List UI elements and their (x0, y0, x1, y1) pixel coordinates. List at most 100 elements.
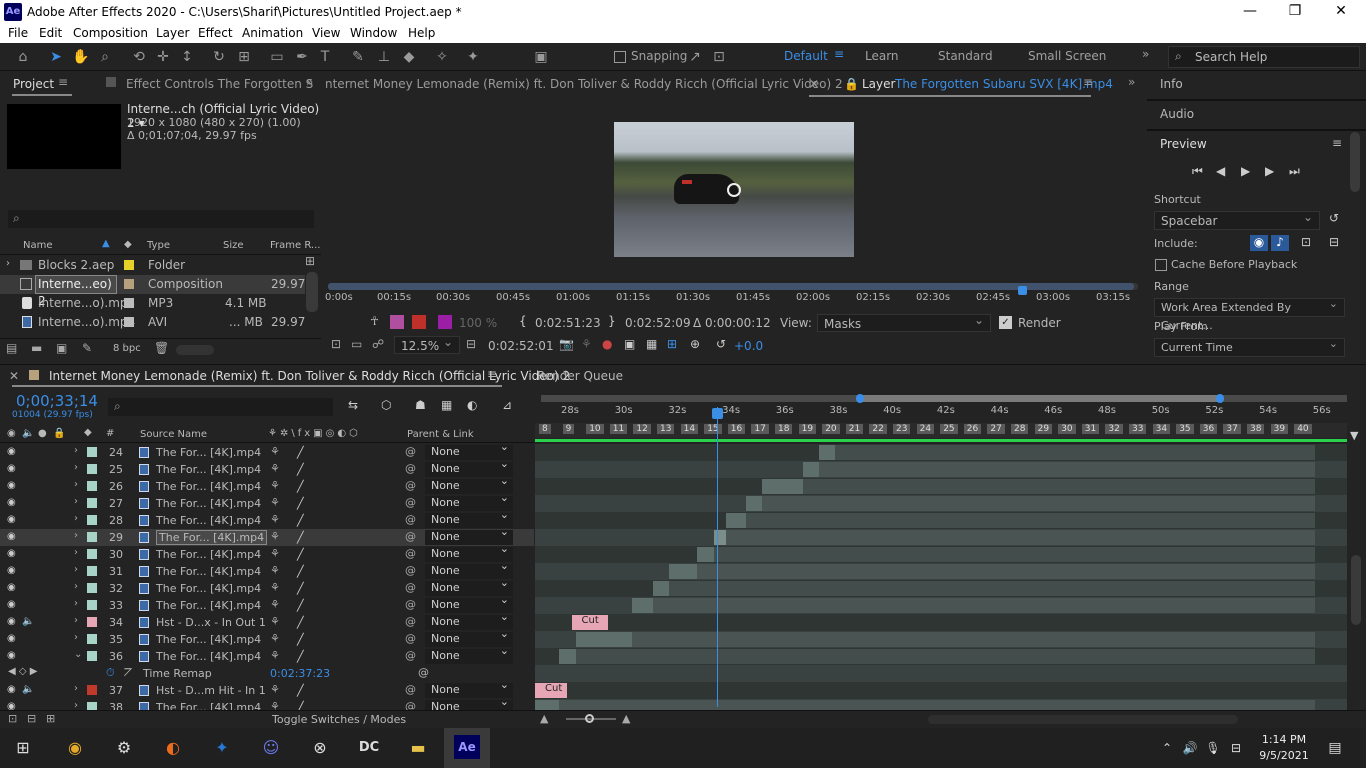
shy-switch-icon[interactable]: ⚘ (270, 564, 280, 577)
more-workspaces-icon[interactable]: » (1142, 47, 1149, 61)
comp-marker[interactable]: 29 (1034, 424, 1053, 434)
comp-marker[interactable]: 36 (1199, 424, 1218, 434)
layer-track[interactable] (535, 478, 1347, 495)
menu-help[interactable]: Help (408, 26, 435, 40)
label-color-swatch[interactable] (87, 464, 97, 474)
visibility-eye-icon[interactable]: ◉ (7, 463, 16, 474)
bit-depth[interactable]: 8 bpc (113, 343, 141, 354)
region-of-interest-icon[interactable]: ▣ (624, 337, 635, 351)
col-size[interactable]: Size (223, 240, 244, 251)
orbit-camera-icon[interactable]: ⟲ (128, 47, 150, 67)
toggle-switches-modes[interactable]: Toggle Switches / Modes (272, 713, 406, 726)
puppet-icon[interactable]: ☥ (370, 314, 379, 328)
pick-whip-icon[interactable]: @ (405, 479, 416, 492)
video-frame[interactable] (614, 122, 854, 257)
previous-frame-icon[interactable]: ◀ (1216, 164, 1225, 178)
label-color-swatch[interactable] (87, 617, 97, 627)
layer-trimmed-bar[interactable] (668, 581, 1315, 596)
comp-marker[interactable]: 18 (775, 424, 793, 434)
menu-window[interactable]: Window (350, 26, 397, 40)
parent-dropdown[interactable]: None (425, 695, 513, 710)
layer-duration-bar[interactable] (535, 700, 560, 710)
layer-source-name[interactable]: The For... [4K].mp4 (156, 633, 261, 646)
include-video-icon[interactable]: ◉ (1250, 235, 1268, 251)
pick-whip-icon[interactable]: @ (405, 496, 416, 509)
comp-marker[interactable]: 38 (1247, 424, 1265, 434)
fast-previews-icon[interactable]: ⊕ (690, 337, 700, 351)
comp-marker[interactable]: 9 (562, 424, 575, 434)
layer-track[interactable] (535, 529, 1347, 546)
reset-icon[interactable]: ↺ (1329, 211, 1339, 225)
current-time-indicator[interactable] (717, 407, 718, 707)
preview-menu-icon[interactable]: ≡ (1332, 136, 1342, 150)
stretch-icon[interactable]: ⊞ (46, 712, 55, 725)
expression-pickwhip-icon[interactable]: @ (418, 666, 429, 679)
layer-row[interactable]: ◀ ◇ ▶ ⏱ ⦢ Time Remap 0:02:37:23 @ (0, 665, 534, 682)
layer-source-name[interactable]: The For... [4K].mp4 (156, 548, 261, 561)
comp-marker[interactable]: 30 (1058, 424, 1076, 434)
anchor-point-icon[interactable] (727, 183, 741, 197)
cache-checkbox[interactable] (1155, 259, 1167, 271)
xbox-icon[interactable]: ⊗ (307, 736, 333, 760)
graph-icon[interactable]: ⦢ (124, 666, 132, 680)
chevron-right-icon[interactable]: › (74, 445, 78, 456)
layer-track[interactable] (535, 495, 1347, 512)
label-color-swatch[interactable] (87, 685, 97, 695)
layer-row[interactable]: ◉ ⌄ 36 The For... [4K].mp4 ⚘ ╱ @ None (0, 644, 534, 665)
type-tool-icon[interactable]: T (314, 47, 336, 67)
layer-row[interactable]: ◉ › 28 The For... [4K].mp4 ⚘ ╱ @ None (0, 508, 534, 529)
tab-layer-label[interactable]: Layer (862, 77, 895, 91)
layer-duration-bar[interactable] (668, 564, 698, 579)
comp-marker[interactable]: 15 (704, 424, 722, 434)
comp-marker[interactable]: 8 (539, 424, 551, 434)
menu-file[interactable]: File (8, 26, 28, 40)
snapping-checkbox[interactable] (614, 51, 626, 63)
roto-brush-tool-icon[interactable]: ✧ (431, 47, 453, 67)
label-color-swatch[interactable] (87, 651, 97, 661)
label-color-swatch[interactable] (87, 583, 97, 593)
label-color-swatch[interactable] (87, 498, 97, 508)
lock-icon[interactable]: 🔒 (844, 77, 859, 91)
anchor-point-tool-icon[interactable]: ⊞ (233, 47, 255, 67)
workspace-learn[interactable]: Learn (865, 49, 899, 63)
layer-track[interactable] (535, 444, 1347, 461)
layer-row[interactable]: ◉ › 32 The For... [4K].mp4 ⚘ ╱ @ None (0, 576, 534, 597)
workspace-menu-icon[interactable]: ≡ (834, 47, 844, 61)
layer-row[interactable]: ◉ › 24 The For... [4K].mp4 ⚘ ╱ @ None (0, 444, 534, 461)
layer-source-name[interactable]: The For... [4K].mp4 (156, 701, 261, 710)
first-frame-icon[interactable]: ⏮ (1192, 164, 1203, 179)
tab-layer-name[interactable]: The Forgotten Subaru SVX [4K].mp4 (895, 77, 1113, 91)
menu-effect[interactable]: Effect (198, 26, 233, 40)
minimize-button[interactable]: — (1235, 3, 1265, 19)
col-name[interactable]: Name (23, 240, 53, 251)
shy-switch-icon[interactable]: ⚘ (270, 547, 280, 560)
layer-duration-bar[interactable] (746, 496, 763, 511)
quality-switch-icon[interactable]: ╱ (297, 565, 304, 578)
layer-duration-bar[interactable] (697, 547, 714, 562)
layer-source-name[interactable]: The For... [4K].mp4 (156, 599, 261, 612)
visibility-eye-icon[interactable]: ◉ (7, 446, 16, 457)
visibility-eye-icon[interactable]: ◉ (7, 480, 16, 491)
rotation-tool-icon[interactable]: ↻ (208, 47, 230, 67)
quality-switch-icon[interactable]: ╱ (297, 548, 304, 561)
in-point-time[interactable]: 0:02:51:23 (535, 316, 601, 330)
layer-row[interactable]: ◉ › 27 The For... [4K].mp4 ⚘ ╱ @ None (0, 491, 534, 512)
layer-duration-bar[interactable]: Cut (535, 683, 568, 698)
quality-switch-icon[interactable]: ╱ (297, 616, 304, 629)
shy-layers-icon[interactable]: ☗ (415, 398, 426, 412)
label-color-swatch[interactable] (87, 702, 97, 710)
set-in-icon[interactable]: { (519, 314, 527, 328)
panel-overflow-icon[interactable]: » (306, 75, 313, 89)
graph-editor-icon[interactable]: ⊿ (502, 398, 512, 412)
dolly-camera-icon[interactable]: ↕ (176, 47, 198, 67)
label-color-swatch[interactable] (87, 532, 97, 542)
visibility-eye-icon[interactable]: ◉ (7, 548, 16, 559)
shy-switch-icon[interactable]: ⚘ (270, 479, 280, 492)
quality-switch-icon[interactable]: ╱ (297, 633, 304, 646)
pick-whip-icon[interactable]: @ (405, 649, 416, 662)
layer-trimmed-bar[interactable] (746, 513, 1315, 528)
layer-source-name[interactable]: The For... [4K].mp4 (156, 582, 261, 595)
magnification-dropdown[interactable]: 12.5% (394, 333, 460, 354)
include-audio-icon[interactable]: ♪ (1271, 235, 1289, 251)
pick-whip-icon[interactable]: @ (405, 530, 416, 543)
